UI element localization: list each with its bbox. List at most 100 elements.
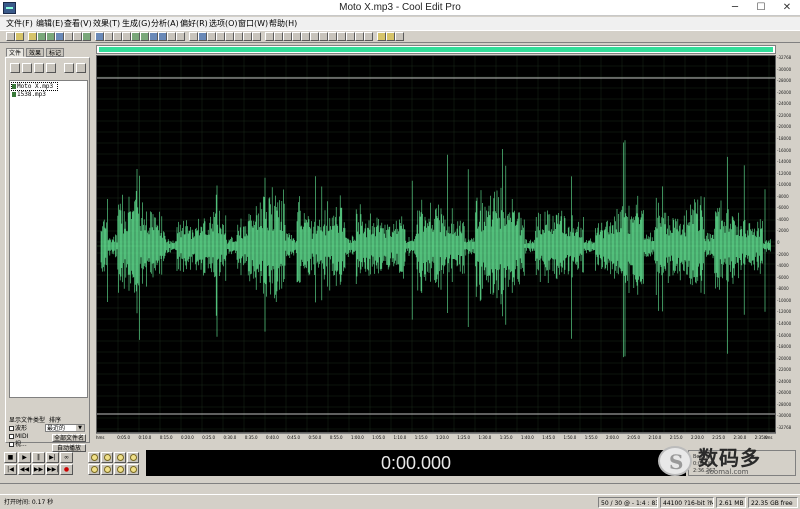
toolbar-tool-icon[interactable]	[140, 32, 149, 41]
toolbar-tool-icon[interactable]	[328, 32, 337, 41]
toolbar-tool-icon[interactable]	[189, 32, 198, 41]
zoom-out-horizontal-button[interactable]	[101, 452, 113, 463]
zoom-in-horizontal-button[interactable]	[88, 452, 100, 463]
menu-window[interactable]: 窗口(W)	[238, 18, 268, 29]
go-to-start-button[interactable]: |◀	[4, 464, 17, 475]
organizer-panel: 文件 效果 标记 Moto X.mp3 1538.mp3 显示文件类型 排序 波…	[4, 46, 91, 452]
zoom-full-button[interactable]	[114, 452, 126, 463]
watermark-logo: 数码多 soomal.com	[648, 442, 798, 482]
toolbar-tool-icon[interactable]	[104, 32, 113, 41]
toolbar-tool-icon[interactable]	[113, 32, 122, 41]
toolbar-tool-icon[interactable]	[82, 32, 91, 41]
toolbar-tool-icon[interactable]	[198, 32, 207, 41]
tab-files[interactable]: 文件	[6, 48, 24, 57]
toolbar-tool-icon[interactable]	[337, 32, 346, 41]
close-button[interactable]: ✕	[774, 0, 800, 16]
play-to-end-button[interactable]: ▶|	[46, 452, 59, 463]
amplitude-tick-label: -4000	[777, 263, 789, 269]
insert-icon[interactable]	[46, 63, 56, 73]
show-types-label: 显示文件类型	[9, 417, 46, 424]
toolbar-tool-icon[interactable]	[265, 32, 274, 41]
toolbar-tool-icon[interactable]	[319, 32, 328, 41]
stop-button[interactable]: ■	[4, 452, 17, 463]
play-file-icon[interactable]	[64, 63, 74, 73]
zoom-selection-button[interactable]	[101, 464, 113, 475]
toolbar-tool-icon[interactable]	[377, 32, 386, 41]
toolbar-tool-icon[interactable]	[310, 32, 319, 41]
time-tick-label: 2:15.0	[669, 435, 683, 440]
toolbar-tool-icon[interactable]	[234, 32, 243, 41]
toolbar-tool-icon[interactable]	[274, 32, 283, 41]
tab-markers[interactable]: 标记	[46, 48, 64, 57]
type-midi-checkbox[interactable]: MIDI	[9, 433, 28, 440]
folder-icon[interactable]	[22, 63, 32, 73]
toolbar-tool-icon[interactable]	[37, 32, 46, 41]
zoom-in-left-button[interactable]	[127, 452, 139, 463]
sort-select[interactable]: 最近的 ▼	[45, 424, 85, 432]
fast-forward-button[interactable]: ▶▶	[32, 464, 45, 475]
toolbar-tool-icon[interactable]	[64, 32, 73, 41]
menu-help[interactable]: 帮助(H)	[269, 18, 297, 29]
type-video-checkbox[interactable]: 视...	[9, 441, 27, 448]
menu-options[interactable]: 选项(O)	[209, 18, 238, 29]
toolbar-tool-icon[interactable]	[355, 32, 364, 41]
menu-effects[interactable]: 效果(T)	[93, 18, 120, 29]
type-wave-checkbox[interactable]: 波形	[9, 425, 27, 432]
toolbar-tool-icon[interactable]	[225, 32, 234, 41]
maximize-button[interactable]: ☐	[748, 0, 774, 16]
time-tick-label: 1:20.0	[436, 435, 449, 440]
toolbar-tool-icon[interactable]	[395, 32, 404, 41]
toolbar-tool-icon[interactable]	[207, 32, 216, 41]
zoom-in-vertical-button[interactable]	[114, 464, 126, 475]
toolbar-tool-icon[interactable]	[149, 32, 158, 41]
toolbar-tool-icon[interactable]	[15, 32, 24, 41]
toolbar-tool-icon[interactable]	[95, 32, 104, 41]
toolbar-tool-icon[interactable]	[386, 32, 395, 41]
play-button[interactable]: ▶	[18, 452, 31, 463]
amplitude-tick-label: -12000	[777, 309, 792, 315]
toolbar-tool-icon[interactable]	[364, 32, 373, 41]
toolbar-tool-icon[interactable]	[73, 32, 82, 41]
zoom-in-right-button[interactable]	[88, 464, 100, 475]
list-item[interactable]: Moto X.mp3	[10, 82, 59, 91]
open-file-icon[interactable]	[10, 63, 20, 73]
toolbar-tool-icon[interactable]	[158, 32, 167, 41]
full-name-button[interactable]: 全部文件名	[52, 434, 86, 442]
toolbar-tool-icon[interactable]	[167, 32, 176, 41]
toolbar-tool-icon[interactable]	[283, 32, 292, 41]
toolbar-tool-icon[interactable]	[243, 32, 252, 41]
menu-generate[interactable]: 生成(G)	[122, 18, 150, 29]
go-to-end-button[interactable]: ▶▶|	[46, 464, 59, 475]
tab-effects[interactable]: 效果	[26, 48, 44, 57]
pause-button[interactable]: ‖	[32, 452, 45, 463]
toolbar-tool-icon[interactable]	[301, 32, 310, 41]
close-file-icon[interactable]	[76, 63, 86, 73]
toolbar-tool-icon[interactable]	[252, 32, 261, 41]
toolbar-tool-icon[interactable]	[55, 32, 64, 41]
toolbar-tool-icon[interactable]	[292, 32, 301, 41]
waveform-display[interactable]	[96, 55, 776, 433]
list-item[interactable]: 1538.mp3	[12, 91, 46, 98]
menu-edit[interactable]: 编辑(E)	[36, 18, 63, 29]
toolbar-tool-icon[interactable]	[216, 32, 225, 41]
menu-file[interactable]: 文件(F)	[6, 18, 33, 29]
overview-bar[interactable]	[96, 45, 776, 54]
menu-preferences[interactable]: 偏好(R)	[180, 18, 208, 29]
minimize-button[interactable]: ─	[722, 0, 748, 16]
menu-view[interactable]: 查看(V)	[64, 18, 92, 29]
toolbar-tool-icon[interactable]	[176, 32, 185, 41]
toolbar-tool-icon[interactable]	[28, 32, 37, 41]
save-icon[interactable]	[34, 63, 44, 73]
rewind-button[interactable]: ◀◀	[18, 464, 31, 475]
loop-button[interactable]: ∞	[60, 452, 73, 463]
time-tick-label: 1:25.0	[457, 435, 471, 440]
toolbar-tool-icon[interactable]	[6, 32, 15, 41]
zoom-out-vertical-button[interactable]	[127, 464, 139, 475]
toolbar-tool-icon[interactable]	[346, 32, 355, 41]
menu-analyze[interactable]: 分析(A)	[151, 18, 179, 29]
toolbar-tool-icon[interactable]	[122, 32, 131, 41]
toolbar-tool-icon[interactable]	[131, 32, 140, 41]
amplitude-tick-label: -16000	[777, 332, 792, 338]
toolbar-tool-icon[interactable]	[46, 32, 55, 41]
record-button[interactable]: ●	[60, 464, 73, 475]
